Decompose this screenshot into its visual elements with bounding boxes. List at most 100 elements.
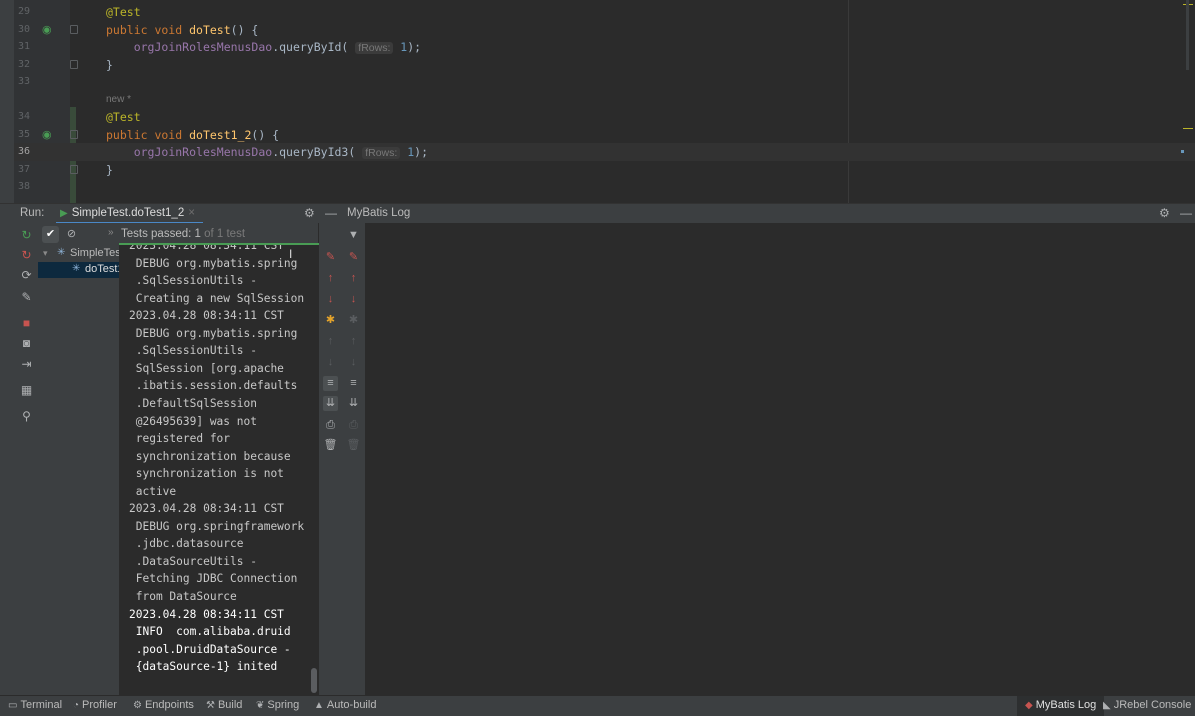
clear-marker-icon[interactable]: ✎ [346, 250, 361, 265]
code-line[interactable]: 38 [14, 178, 1195, 196]
gear-icon[interactable]: ⚙ [304, 206, 315, 220]
clear-marker-icon[interactable]: ✎ [323, 250, 338, 265]
rerun-icon[interactable]: ↻ [20, 229, 33, 242]
code-line[interactable]: 37} [14, 161, 1195, 179]
line-number[interactable]: 36 [14, 146, 30, 157]
test-node-label: SimpleTest [70, 247, 119, 259]
line-number[interactable]: 32 [14, 59, 30, 70]
code-line[interactable]: 36 orgJoinRolesMenusDao.queryById3( fRow… [14, 143, 1195, 161]
fold-marker-icon[interactable] [70, 129, 78, 139]
next-occurrence-icon[interactable]: ↓ [323, 355, 338, 370]
filter-icon[interactable]: ▼ [346, 228, 361, 243]
code-line[interactable]: 32} [14, 56, 1195, 74]
stop-icon[interactable]: ■ [20, 317, 33, 330]
trash-icon[interactable]: 🗑 [323, 438, 338, 453]
console-line: INFO com.alibaba.druid [129, 625, 291, 639]
line-number[interactable]: 31 [14, 41, 30, 52]
fold-marker-icon[interactable] [70, 164, 78, 174]
line-number[interactable]: 35 [14, 129, 30, 140]
gear-icon[interactable]: ⚙ [1159, 206, 1170, 220]
toolwindow-label: Terminal [20, 699, 63, 711]
arrow-down-icon[interactable]: ↓ [323, 292, 338, 307]
endpoints-icon: ⚙ [133, 700, 142, 711]
console-output[interactable]: 2023.04.28 08:34:11 CST DEBUG org.mybati… [119, 243, 319, 695]
print-icon[interactable]: ⎙ [323, 418, 338, 433]
minimize-icon[interactable]: — [325, 206, 337, 220]
show-passed-icon[interactable]: ✔ [42, 226, 59, 243]
console-scrollbar[interactable] [311, 668, 317, 693]
code-line[interactable]: 29 @Test [14, 3, 1195, 21]
toggle-auto-test-icon[interactable]: ⟳ [20, 269, 33, 282]
chevron-down-icon[interactable]: ▾ [43, 248, 48, 259]
fold-marker-icon[interactable] [70, 24, 78, 34]
wrench-icon[interactable]: ✎ [20, 291, 33, 304]
close-icon[interactable]: × [188, 207, 195, 219]
camera-icon[interactable]: ◙ [20, 337, 33, 350]
code-editor[interactable]: 29 @Test 30 ◉ public void doTest() {31 orgJo… [0, 0, 1195, 203]
line-number[interactable]: 30 [14, 24, 30, 35]
toolwindow-label: Build [217, 699, 243, 711]
arrow-up-icon[interactable]: ↑ [323, 271, 338, 286]
console-line: registered for [129, 432, 231, 446]
soft-wrap-icon[interactable]: ≡ [346, 376, 361, 391]
code-line[interactable]: 35 ◉ public void doTest1_2() { [14, 126, 1195, 144]
line-number[interactable]: 33 [14, 76, 30, 87]
code-line[interactable]: 33 [14, 73, 1195, 91]
toolwindow-button[interactable]: ▲ Auto-build [314, 699, 376, 711]
code-line[interactable]: 30 ◉ public void doTest() { [14, 21, 1195, 39]
test-tree-node[interactable]: ✳ doTest1_2 [38, 262, 119, 278]
run-test-icon[interactable]: ◉ [42, 23, 56, 37]
toolwindow-button[interactable]: ❦ Spring [256, 699, 299, 711]
next-occurrence-icon[interactable]: ↓ [346, 355, 361, 370]
console-line: synchronization because [129, 449, 291, 463]
code-line[interactable]: 31 orgJoinRolesMenusDao.queryById( fRows… [14, 38, 1195, 56]
scroll-to-end-icon[interactable]: ⇊ [323, 396, 338, 411]
code-line[interactable]: 34 @Test [14, 108, 1195, 126]
prev-occurrence-icon[interactable]: ↑ [323, 334, 338, 349]
minimize-icon[interactable]: — [1180, 206, 1192, 220]
console-line: active [129, 484, 177, 498]
print-icon[interactable]: ⎙ [346, 418, 361, 433]
test-passed-icon: ✳ [57, 247, 66, 258]
tab-run-config[interactable]: ▶ SimpleTest.doTest1_2 × [56, 204, 203, 224]
run-test-icon[interactable]: ◉ [42, 128, 56, 142]
toolwindow-button[interactable]: ◣ JRebel Console [1103, 699, 1191, 711]
toolwindow-button[interactable]: ⚙ Endpoints [133, 699, 194, 711]
mybatis-log-panel[interactable] [365, 223, 1195, 695]
toolwindow-button[interactable]: ◆ MyBatis Log [1017, 696, 1105, 716]
toolwindow-label: Spring [267, 699, 300, 711]
sparkle-icon[interactable]: ✱ [323, 313, 338, 328]
console-line: Creating a new SqlSession [129, 291, 305, 305]
console-line: 2023.04.28 08:34:11 CST [129, 502, 284, 516]
prev-occurrence-icon[interactable]: ↑ [346, 334, 361, 349]
soft-wrap-icon[interactable]: ≡ [323, 376, 338, 391]
line-number[interactable]: 34 [14, 111, 30, 122]
trash-icon[interactable]: 🗑 [346, 438, 361, 453]
scroll-to-end-icon[interactable]: ⇊ [346, 396, 361, 411]
console-line: 2023.04.28 08:34:11 CST [129, 243, 284, 252]
new-author-hint: new * [106, 94, 132, 105]
arrow-down-icon[interactable]: ↓ [346, 292, 361, 307]
sparkle-icon[interactable]: ✱ [346, 313, 361, 328]
toolwindow-label: Endpoints [144, 699, 194, 711]
expand-icon[interactable]: » [108, 227, 114, 238]
test-tree-node[interactable]: ▾ ✳ SimpleTest [38, 246, 119, 262]
editor-scrollbar[interactable] [1186, 0, 1189, 70]
line-number[interactable]: 29 [14, 6, 30, 17]
code-text: @Test [106, 5, 141, 19]
rerun-failed-icon[interactable]: ↻ [20, 249, 33, 262]
fold-marker-icon[interactable] [70, 59, 78, 69]
console-line: 2023.04.28 08:34:11 CST [129, 309, 284, 323]
exit-icon[interactable]: ⇥ [20, 358, 33, 371]
toolwindow-button[interactable]: ▭ Terminal [8, 699, 62, 711]
toolwindow-button[interactable]: ⚒ Build [206, 699, 242, 711]
layout-icon[interactable]: ▦ [20, 384, 33, 397]
pin-icon[interactable]: ⚲ [20, 410, 33, 423]
line-number[interactable]: 38 [14, 181, 30, 192]
toolwindow-label: Profiler [82, 699, 117, 711]
show-ignored-icon[interactable]: ⊘ [63, 226, 80, 243]
console-line: .SqlSessionUtils - [129, 274, 257, 288]
arrow-up-icon[interactable]: ↑ [346, 271, 361, 286]
line-number[interactable]: 37 [14, 164, 30, 175]
toolwindow-button[interactable]: ◔ Profiler [73, 699, 117, 711]
